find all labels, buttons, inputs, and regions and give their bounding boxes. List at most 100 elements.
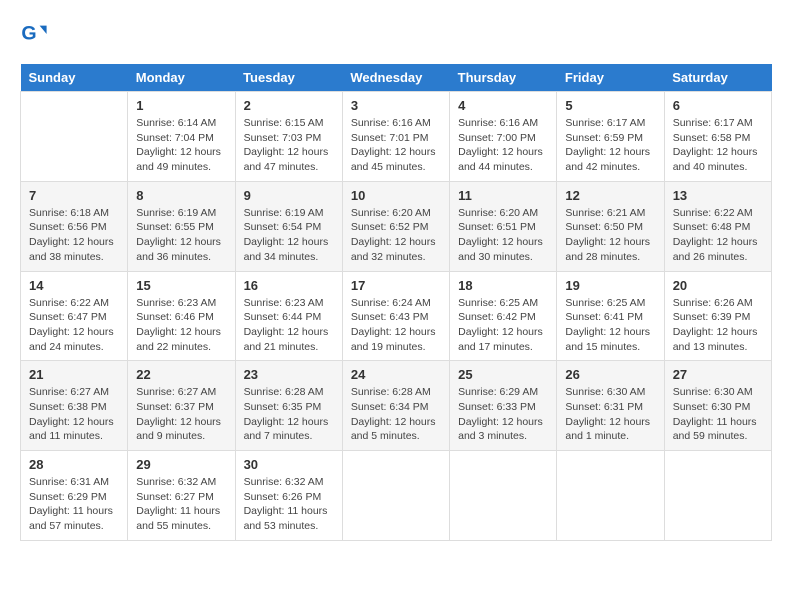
day-info: Sunrise: 6:15 AM Sunset: 7:03 PM Dayligh… [244,116,334,175]
calendar-cell: 28 Sunrise: 6:31 AM Sunset: 6:29 PM Dayli… [21,451,128,541]
day-info: Sunrise: 6:28 AM Sunset: 6:34 PM Dayligh… [351,385,441,444]
calendar-cell: 2 Sunrise: 6:15 AM Sunset: 7:03 PM Daylig… [235,92,342,182]
day-number: 12 [565,188,655,203]
day-info: Sunrise: 6:20 AM Sunset: 6:52 PM Dayligh… [351,206,441,265]
day-number: 8 [136,188,226,203]
calendar-cell: 8 Sunrise: 6:19 AM Sunset: 6:55 PM Daylig… [128,181,235,271]
day-info: Sunrise: 6:26 AM Sunset: 6:39 PM Dayligh… [673,296,763,355]
day-info: Sunrise: 6:28 AM Sunset: 6:35 PM Dayligh… [244,385,334,444]
calendar-cell: 4 Sunrise: 6:16 AM Sunset: 7:00 PM Daylig… [450,92,557,182]
day-number: 7 [29,188,119,203]
calendar-cell: 21 Sunrise: 6:27 AM Sunset: 6:38 PM Dayli… [21,361,128,451]
day-number: 23 [244,367,334,382]
logo-icon: G [20,20,48,48]
day-number: 26 [565,367,655,382]
day-info: Sunrise: 6:19 AM Sunset: 6:55 PM Dayligh… [136,206,226,265]
calendar-cell: 5 Sunrise: 6:17 AM Sunset: 6:59 PM Daylig… [557,92,664,182]
calendar-header-row: SundayMondayTuesdayWednesdayThursdayFrid… [21,64,772,92]
calendar-cell: 7 Sunrise: 6:18 AM Sunset: 6:56 PM Daylig… [21,181,128,271]
calendar-cell: 30 Sunrise: 6:32 AM Sunset: 6:26 PM Dayli… [235,451,342,541]
calendar-cell: 20 Sunrise: 6:26 AM Sunset: 6:39 PM Dayli… [664,271,771,361]
day-number: 9 [244,188,334,203]
day-number: 6 [673,98,763,113]
calendar-cell [342,451,449,541]
day-of-week-header: Saturday [664,64,771,92]
day-number: 18 [458,278,548,293]
day-info: Sunrise: 6:31 AM Sunset: 6:29 PM Dayligh… [29,475,119,534]
calendar-cell: 24 Sunrise: 6:28 AM Sunset: 6:34 PM Dayli… [342,361,449,451]
day-number: 24 [351,367,441,382]
calendar-cell: 6Sunrise: 6:17 AM Sunset: 6:58 PM Daylig… [664,92,771,182]
day-info: Sunrise: 6:30 AM Sunset: 6:31 PM Dayligh… [565,385,655,444]
calendar-cell: 25 Sunrise: 6:29 AM Sunset: 6:33 PM Dayli… [450,361,557,451]
day-number: 17 [351,278,441,293]
day-info: Sunrise: 6:14 AM Sunset: 7:04 PM Dayligh… [136,116,226,175]
day-number: 29 [136,457,226,472]
day-number: 30 [244,457,334,472]
calendar-cell [21,92,128,182]
calendar-week-row: 21 Sunrise: 6:27 AM Sunset: 6:38 PM Dayli… [21,361,772,451]
calendar-week-row: 7 Sunrise: 6:18 AM Sunset: 6:56 PM Daylig… [21,181,772,271]
calendar-week-row: 28 Sunrise: 6:31 AM Sunset: 6:29 PM Dayli… [21,451,772,541]
day-info: Sunrise: 6:22 AM Sunset: 6:47 PM Dayligh… [29,296,119,355]
day-info: Sunrise: 6:27 AM Sunset: 6:38 PM Dayligh… [29,385,119,444]
day-number: 5 [565,98,655,113]
day-info: Sunrise: 6:19 AM Sunset: 6:54 PM Dayligh… [244,206,334,265]
calendar-cell: 10 Sunrise: 6:20 AM Sunset: 6:52 PM Dayli… [342,181,449,271]
day-number: 27 [673,367,763,382]
day-info: Sunrise: 6:18 AM Sunset: 6:56 PM Dayligh… [29,206,119,265]
calendar-week-row: 1 Sunrise: 6:14 AM Sunset: 7:04 PM Daylig… [21,92,772,182]
day-info: Sunrise: 6:22 AM Sunset: 6:48 PM Dayligh… [673,206,763,265]
day-info: Sunrise: 6:17 AM Sunset: 6:59 PM Dayligh… [565,116,655,175]
calendar-cell: 12 Sunrise: 6:21 AM Sunset: 6:50 PM Dayli… [557,181,664,271]
day-number: 15 [136,278,226,293]
day-number: 21 [29,367,119,382]
page-header: G [20,20,772,48]
day-info: Sunrise: 6:20 AM Sunset: 6:51 PM Dayligh… [458,206,548,265]
day-info: Sunrise: 6:24 AM Sunset: 6:43 PM Dayligh… [351,296,441,355]
calendar-cell: 23 Sunrise: 6:28 AM Sunset: 6:35 PM Dayli… [235,361,342,451]
day-info: Sunrise: 6:16 AM Sunset: 7:00 PM Dayligh… [458,116,548,175]
calendar-cell: 19 Sunrise: 6:25 AM Sunset: 6:41 PM Dayli… [557,271,664,361]
calendar-cell: 13Sunrise: 6:22 AM Sunset: 6:48 PM Dayli… [664,181,771,271]
svg-text:G: G [21,23,36,45]
day-number: 22 [136,367,226,382]
calendar-week-row: 14Sunrise: 6:22 AM Sunset: 6:47 PM Dayli… [21,271,772,361]
day-info: Sunrise: 6:27 AM Sunset: 6:37 PM Dayligh… [136,385,226,444]
day-info: Sunrise: 6:32 AM Sunset: 6:26 PM Dayligh… [244,475,334,534]
day-of-week-header: Wednesday [342,64,449,92]
calendar-cell [664,451,771,541]
calendar-cell: 15Sunrise: 6:23 AM Sunset: 6:46 PM Dayli… [128,271,235,361]
day-number: 2 [244,98,334,113]
day-info: Sunrise: 6:21 AM Sunset: 6:50 PM Dayligh… [565,206,655,265]
day-info: Sunrise: 6:25 AM Sunset: 6:42 PM Dayligh… [458,296,548,355]
day-of-week-header: Sunday [21,64,128,92]
calendar-table: SundayMondayTuesdayWednesdayThursdayFrid… [20,64,772,541]
day-of-week-header: Friday [557,64,664,92]
calendar-cell [557,451,664,541]
calendar-cell: 16 Sunrise: 6:23 AM Sunset: 6:44 PM Dayli… [235,271,342,361]
calendar-cell: 29 Sunrise: 6:32 AM Sunset: 6:27 PM Dayli… [128,451,235,541]
day-number: 16 [244,278,334,293]
day-info: Sunrise: 6:32 AM Sunset: 6:27 PM Dayligh… [136,475,226,534]
day-info: Sunrise: 6:25 AM Sunset: 6:41 PM Dayligh… [565,296,655,355]
calendar-cell: 17 Sunrise: 6:24 AM Sunset: 6:43 PM Dayli… [342,271,449,361]
day-number: 4 [458,98,548,113]
day-number: 28 [29,457,119,472]
day-of-week-header: Monday [128,64,235,92]
day-number: 25 [458,367,548,382]
calendar-cell: 1 Sunrise: 6:14 AM Sunset: 7:04 PM Daylig… [128,92,235,182]
day-number: 19 [565,278,655,293]
day-info: Sunrise: 6:16 AM Sunset: 7:01 PM Dayligh… [351,116,441,175]
logo: G [20,20,52,48]
day-number: 1 [136,98,226,113]
day-number: 3 [351,98,441,113]
day-number: 10 [351,188,441,203]
day-info: Sunrise: 6:29 AM Sunset: 6:33 PM Dayligh… [458,385,548,444]
calendar-cell: 14Sunrise: 6:22 AM Sunset: 6:47 PM Dayli… [21,271,128,361]
day-info: Sunrise: 6:23 AM Sunset: 6:44 PM Dayligh… [244,296,334,355]
calendar-cell: 9 Sunrise: 6:19 AM Sunset: 6:54 PM Daylig… [235,181,342,271]
day-of-week-header: Tuesday [235,64,342,92]
day-of-week-header: Thursday [450,64,557,92]
day-number: 20 [673,278,763,293]
